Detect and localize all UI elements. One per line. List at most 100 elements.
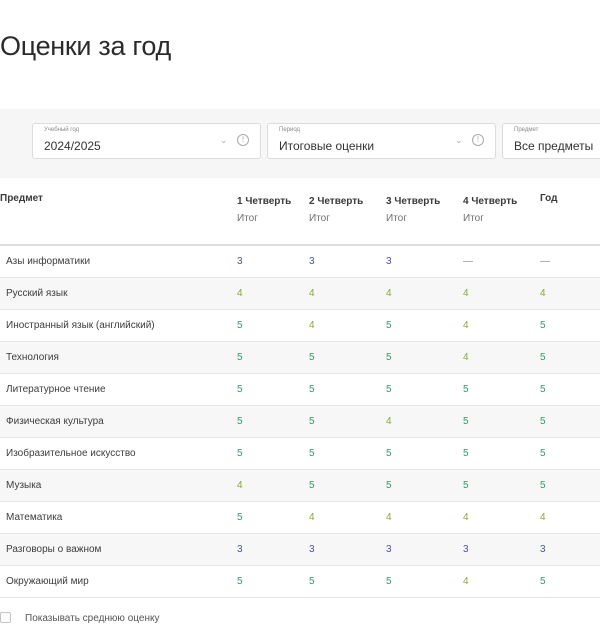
grade-cell[interactable]: — — [540, 245, 600, 278]
column-header-q4[interactable]: 4 Четверть Итог — [463, 186, 540, 246]
grades-table: Предмет 1 Четверть Итог 2 Четверть Итог … — [0, 186, 600, 598]
period-select-label: Период — [279, 127, 301, 133]
grade-cell[interactable]: 3 — [237, 245, 309, 278]
grade-cell[interactable]: 5 — [309, 341, 386, 374]
table-row[interactable]: Русский язык 4 4 4 4 4 — [0, 277, 600, 310]
grade-cell[interactable]: 5 — [463, 373, 540, 406]
column-header-subject[interactable]: Предмет — [0, 186, 237, 246]
year-select[interactable]: Учебный год 2024/2025 ⌄ ! — [32, 123, 261, 159]
grade-cell[interactable]: 4 — [540, 501, 600, 534]
subject-select-value: Все предметы — [514, 139, 594, 153]
grade-cell[interactable]: 3 — [237, 533, 309, 566]
grade-cell[interactable]: 4 — [463, 309, 540, 342]
grade-cell[interactable]: 4 — [463, 501, 540, 534]
table-row[interactable]: Окружающий мир 5 5 5 4 5 — [0, 565, 600, 598]
grade-cell[interactable]: 4 — [309, 309, 386, 342]
grade-cell[interactable]: 5 — [463, 469, 540, 502]
year-select-label: Учебный год — [44, 127, 80, 133]
subject-select[interactable]: Предмет Все предметы — [502, 123, 600, 159]
grade-cell[interactable]: 4 — [237, 277, 309, 310]
grade-cell[interactable]: 5 — [540, 373, 600, 406]
table-row[interactable]: Технология 5 5 5 4 5 — [0, 341, 600, 374]
grade-cell[interactable]: 5 — [237, 565, 309, 598]
grade-cell[interactable]: 5 — [386, 309, 463, 342]
grade-cell[interactable]: 3 — [386, 533, 463, 566]
info-icon[interactable]: ! — [237, 134, 249, 146]
column-subheader: Итог — [386, 213, 407, 224]
grade-cell[interactable]: 5 — [386, 437, 463, 470]
column-subheader: Итог — [463, 213, 484, 224]
table-header-row: Предмет 1 Четверть Итог 2 Четверть Итог … — [0, 186, 600, 246]
grade-cell[interactable]: 5 — [237, 405, 309, 438]
subject-name: Физическая культура — [0, 405, 237, 438]
grade-cell[interactable]: 5 — [463, 405, 540, 438]
grade-cell[interactable]: 5 — [309, 565, 386, 598]
grade-cell[interactable]: 5 — [540, 309, 600, 342]
table-row[interactable]: Иностранный язык (английский) 5 4 5 4 5 — [0, 309, 600, 342]
grade-cell[interactable]: 5 — [386, 469, 463, 502]
grade-cell[interactable]: 5 — [309, 469, 386, 502]
column-header-year[interactable]: Год — [540, 186, 600, 246]
table-row[interactable]: Азы информатики 3 3 3 — — — [0, 245, 600, 278]
period-select[interactable]: Период Итоговые оценки ⌄ ! — [267, 123, 496, 159]
subject-name: Азы информатики — [0, 245, 237, 278]
grade-cell[interactable]: 5 — [237, 501, 309, 534]
column-header-q1-label: 1 Четверть — [237, 196, 292, 207]
grade-cell[interactable]: 5 — [309, 405, 386, 438]
column-subheader: Итог — [237, 213, 258, 224]
grade-cell[interactable]: 4 — [463, 341, 540, 374]
grade-cell[interactable]: 5 — [540, 469, 600, 502]
subject-name: Разговоры о важном — [0, 533, 237, 566]
subject-name: Изобразительное искусство — [0, 437, 237, 470]
grade-cell[interactable]: — — [463, 245, 540, 278]
chevron-down-icon[interactable]: ⌄ — [455, 135, 463, 146]
grade-cell[interactable]: 3 — [463, 533, 540, 566]
grade-cell[interactable]: 4 — [463, 565, 540, 598]
subject-name: Иностранный язык (английский) — [0, 309, 237, 342]
grade-cell[interactable]: 3 — [540, 533, 600, 566]
grade-cell[interactable]: 4 — [386, 405, 463, 438]
column-header-q3-label: 3 Четверть — [386, 196, 441, 207]
grade-cell[interactable]: 5 — [540, 341, 600, 374]
grade-cell[interactable]: 5 — [540, 405, 600, 438]
grade-cell[interactable]: 5 — [386, 373, 463, 406]
period-select-value: Итоговые оценки — [279, 139, 375, 153]
subject-name: Технология — [0, 341, 237, 374]
column-header-q3[interactable]: 3 Четверть Итог — [386, 186, 463, 246]
grade-cell[interactable]: 3 — [386, 245, 463, 278]
grade-cell[interactable]: 4 — [386, 501, 463, 534]
page-title: Оценки за год — [0, 31, 171, 61]
year-select-value: 2024/2025 — [44, 139, 101, 153]
column-header-q2[interactable]: 2 Четверть Итог — [309, 186, 386, 246]
grade-cell[interactable]: 5 — [237, 437, 309, 470]
chevron-down-icon[interactable]: ⌄ — [220, 135, 228, 146]
column-header-q1[interactable]: 1 Четверть Итог — [237, 186, 309, 246]
grade-cell[interactable]: 5 — [386, 565, 463, 598]
grade-cell[interactable]: 4 — [309, 501, 386, 534]
table-row[interactable]: Литературное чтение 5 5 5 5 5 — [0, 373, 600, 406]
grade-cell[interactable]: 5 — [237, 373, 309, 406]
grade-cell[interactable]: 5 — [309, 437, 386, 470]
subject-name: Окружающий мир — [0, 565, 237, 598]
grade-cell[interactable]: 3 — [309, 245, 386, 278]
table-row[interactable]: Музыка 4 5 5 5 5 — [0, 469, 600, 502]
grade-cell[interactable]: 5 — [237, 341, 309, 374]
grade-cell[interactable]: 5 — [386, 341, 463, 374]
grade-cell[interactable]: 4 — [463, 277, 540, 310]
grade-cell[interactable]: 4 — [309, 277, 386, 310]
table-row[interactable]: Математика 5 4 4 4 4 — [0, 501, 600, 534]
grade-cell[interactable]: 5 — [237, 309, 309, 342]
average-grade-checkbox[interactable] — [0, 612, 11, 623]
grade-cell[interactable]: 4 — [386, 277, 463, 310]
grade-cell[interactable]: 4 — [540, 277, 600, 310]
info-icon[interactable]: ! — [472, 134, 484, 146]
grade-cell[interactable]: 5 — [540, 565, 600, 598]
grade-cell[interactable]: 5 — [309, 373, 386, 406]
table-row[interactable]: Разговоры о важном 3 3 3 3 3 — [0, 533, 600, 566]
grade-cell[interactable]: 5 — [540, 437, 600, 470]
table-row[interactable]: Физическая культура 5 5 4 5 5 — [0, 405, 600, 438]
grade-cell[interactable]: 4 — [237, 469, 309, 502]
table-row[interactable]: Изобразительное искусство 5 5 5 5 5 — [0, 437, 600, 470]
grade-cell[interactable]: 5 — [463, 437, 540, 470]
grade-cell[interactable]: 3 — [309, 533, 386, 566]
